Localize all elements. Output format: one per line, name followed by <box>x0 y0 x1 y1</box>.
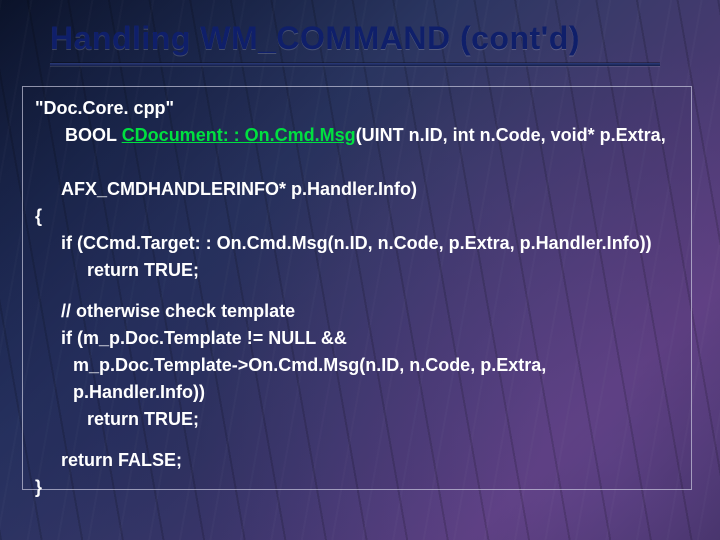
code-line-5: if (CCmd.Target: : On.Cmd.Msg(n.ID, n.Co… <box>35 230 679 257</box>
code-box: "Doc.Core. cpp" BOOL CDocument: : On.Cmd… <box>22 86 692 490</box>
code-line-12: } <box>35 477 42 497</box>
code-text: BOOL <box>65 125 122 145</box>
code-line-3: AFX_CMDHANDLERINFO* p.Handler.Info) <box>35 176 679 203</box>
code-line-10: return TRUE; <box>35 406 679 433</box>
slide-title: Handling WM_COMMAND (cont'd) <box>50 20 690 57</box>
code-line-1: "Doc.Core. cpp" <box>35 98 174 118</box>
code-line-11: return FALSE; <box>35 447 679 474</box>
code-line-4: { <box>35 206 42 226</box>
code-line-8: if (m_p.Doc.Template != NULL && <box>35 325 679 352</box>
code-line-2: BOOL CDocument: : On.Cmd.Msg(UINT n.ID, … <box>35 125 666 172</box>
blank-line <box>35 284 679 298</box>
title-underline <box>50 63 660 66</box>
blank-line <box>35 433 679 447</box>
slide: Handling WM_COMMAND (cont'd) "Doc.Core. … <box>0 0 720 540</box>
code-line-6: return TRUE; <box>35 257 679 284</box>
code-text: (UINT n.ID, int n.Code, void* p.Extra, <box>356 125 666 145</box>
code-line-9: m_p.Doc.Template->On.Cmd.Msg(n.ID, n.Cod… <box>35 352 679 406</box>
code-line-7: // otherwise check template <box>35 298 679 325</box>
code-identifier-cdocument: CDocument: : On.Cmd.Msg <box>122 125 356 145</box>
